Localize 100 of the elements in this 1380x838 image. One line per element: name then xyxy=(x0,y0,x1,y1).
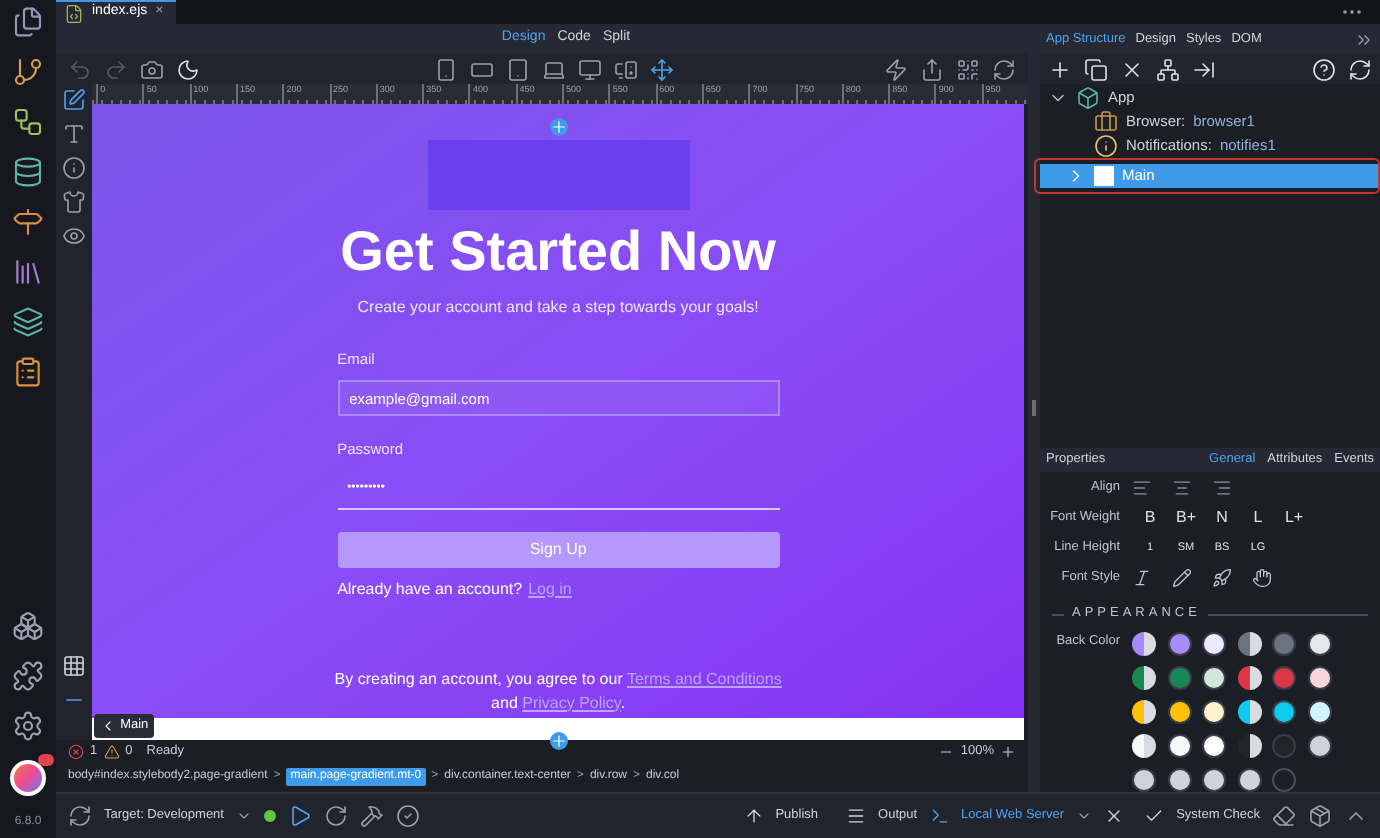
add-icon[interactable] xyxy=(550,732,569,750)
option-button[interactable]: B xyxy=(1132,505,1168,530)
info-icon[interactable] xyxy=(62,156,87,180)
reload-icon[interactable] xyxy=(323,804,348,828)
hierarchy-icon[interactable] xyxy=(1156,57,1180,81)
caret-icon[interactable] xyxy=(235,808,252,824)
moon-icon[interactable] xyxy=(176,57,200,81)
color-swatch[interactable] xyxy=(1307,666,1331,690)
color-swatch[interactable] xyxy=(1132,734,1156,758)
copy-icon[interactable] xyxy=(1084,57,1108,81)
refresh-icon[interactable] xyxy=(992,57,1016,81)
color-swatch[interactable] xyxy=(1132,632,1156,656)
color-swatch[interactable] xyxy=(1237,666,1261,690)
monitor-icon[interactable] xyxy=(578,57,602,81)
landscape-icon[interactable] xyxy=(470,57,494,81)
color-swatch[interactable] xyxy=(1202,666,1226,690)
package-icon[interactable] xyxy=(1308,804,1332,828)
phone-icon[interactable] xyxy=(434,57,458,81)
color-swatch[interactable] xyxy=(1202,768,1226,792)
color-swatch[interactable] xyxy=(1202,700,1226,724)
color-swatch[interactable] xyxy=(1132,768,1156,792)
export-icon[interactable] xyxy=(920,57,944,81)
check-icon[interactable] xyxy=(1144,806,1165,826)
color-swatch[interactable] xyxy=(1167,666,1191,690)
option-button[interactable]: L+ xyxy=(1276,505,1312,530)
color-swatch[interactable] xyxy=(1272,734,1296,758)
move-icon[interactable] xyxy=(650,57,674,81)
color-swatch[interactable] xyxy=(1167,632,1191,656)
rocket-icon[interactable] xyxy=(1212,567,1232,588)
color-swatch[interactable] xyxy=(1167,734,1191,758)
play-icon[interactable] xyxy=(287,804,312,828)
upload-icon[interactable] xyxy=(743,806,764,826)
laptop-icon[interactable] xyxy=(542,57,566,81)
database-icon[interactable] xyxy=(12,156,44,188)
clipboard-icon[interactable] xyxy=(12,356,44,388)
check-circle-icon[interactable] xyxy=(395,804,420,828)
hammer-icon[interactable] xyxy=(359,804,384,828)
italic-icon[interactable] xyxy=(1132,567,1152,588)
library-icon[interactable] xyxy=(12,256,44,288)
help-icon[interactable] xyxy=(1312,57,1336,81)
qr-icon[interactable] xyxy=(956,57,980,81)
info-icon[interactable] xyxy=(1094,134,1118,158)
settings-icon[interactable] xyxy=(12,710,44,742)
briefcase-icon[interactable] xyxy=(1094,110,1118,134)
files-icon[interactable] xyxy=(12,6,44,38)
color-swatch[interactable] xyxy=(1272,700,1296,724)
color-swatch[interactable] xyxy=(1272,666,1296,690)
color-swatch[interactable] xyxy=(1237,734,1261,758)
indent-icon[interactable] xyxy=(1192,57,1216,81)
eye-icon[interactable] xyxy=(62,224,87,248)
refresh-icon[interactable] xyxy=(1348,57,1372,81)
layers-icon[interactable] xyxy=(12,306,44,338)
color-swatch[interactable] xyxy=(1167,768,1191,792)
color-swatch[interactable] xyxy=(1307,734,1331,758)
color-swatch[interactable] xyxy=(1202,734,1226,758)
color-swatch[interactable] xyxy=(1307,632,1331,656)
more-icon[interactable] xyxy=(1354,29,1374,49)
color-swatch[interactable] xyxy=(1272,632,1296,656)
option-button[interactable]: L xyxy=(1240,505,1276,530)
align-right-icon[interactable] xyxy=(1212,477,1232,498)
color-swatch[interactable] xyxy=(1167,700,1191,724)
delete-icon[interactable] xyxy=(1120,57,1144,81)
menu-icon[interactable] xyxy=(846,806,867,826)
avatar[interactable] xyxy=(10,760,46,796)
align-center-icon[interactable] xyxy=(1172,477,1192,498)
option-button[interactable]: B+ xyxy=(1168,505,1204,530)
puzzle-icon[interactable] xyxy=(12,660,44,692)
branch-icon[interactable] xyxy=(12,56,44,88)
grid-icon[interactable] xyxy=(62,654,87,678)
color-swatch[interactable] xyxy=(1307,700,1331,724)
camera-icon[interactable] xyxy=(140,57,164,81)
tablet-icon[interactable] xyxy=(506,57,530,81)
color-swatch[interactable] xyxy=(1132,700,1156,724)
file-icon[interactable] xyxy=(64,3,84,23)
color-swatch[interactable] xyxy=(1237,632,1261,656)
terminal-icon[interactable] xyxy=(929,806,950,826)
align-left-icon[interactable] xyxy=(1132,477,1152,498)
pencil-icon[interactable] xyxy=(1172,567,1192,588)
warning-icon[interactable] xyxy=(103,743,120,759)
color-swatch[interactable] xyxy=(1132,666,1156,690)
workflow-icon[interactable] xyxy=(12,106,44,138)
eraser-icon[interactable] xyxy=(1272,804,1296,828)
color-swatch[interactable] xyxy=(1237,768,1261,792)
color-swatch[interactable] xyxy=(1272,768,1296,792)
caret-icon[interactable] xyxy=(1076,808,1093,824)
option-button[interactable]: N xyxy=(1204,505,1240,530)
sync-icon[interactable] xyxy=(68,804,92,828)
add-icon[interactable] xyxy=(1048,57,1072,81)
error-icon[interactable] xyxy=(68,743,84,759)
close-icon[interactable] xyxy=(1104,806,1125,826)
cube-icon[interactable] xyxy=(1076,86,1100,110)
lightning-icon[interactable] xyxy=(884,57,908,81)
color-swatch[interactable] xyxy=(1237,700,1261,724)
color-swatch[interactable] xyxy=(1202,632,1226,656)
edit-icon[interactable] xyxy=(62,88,87,112)
signpost-icon[interactable] xyxy=(12,206,44,238)
boxes-icon[interactable] xyxy=(12,610,44,642)
shirt-icon[interactable] xyxy=(62,190,87,214)
text-size-icon[interactable] xyxy=(62,122,87,146)
zoom-in-icon[interactable] xyxy=(1000,743,1016,759)
